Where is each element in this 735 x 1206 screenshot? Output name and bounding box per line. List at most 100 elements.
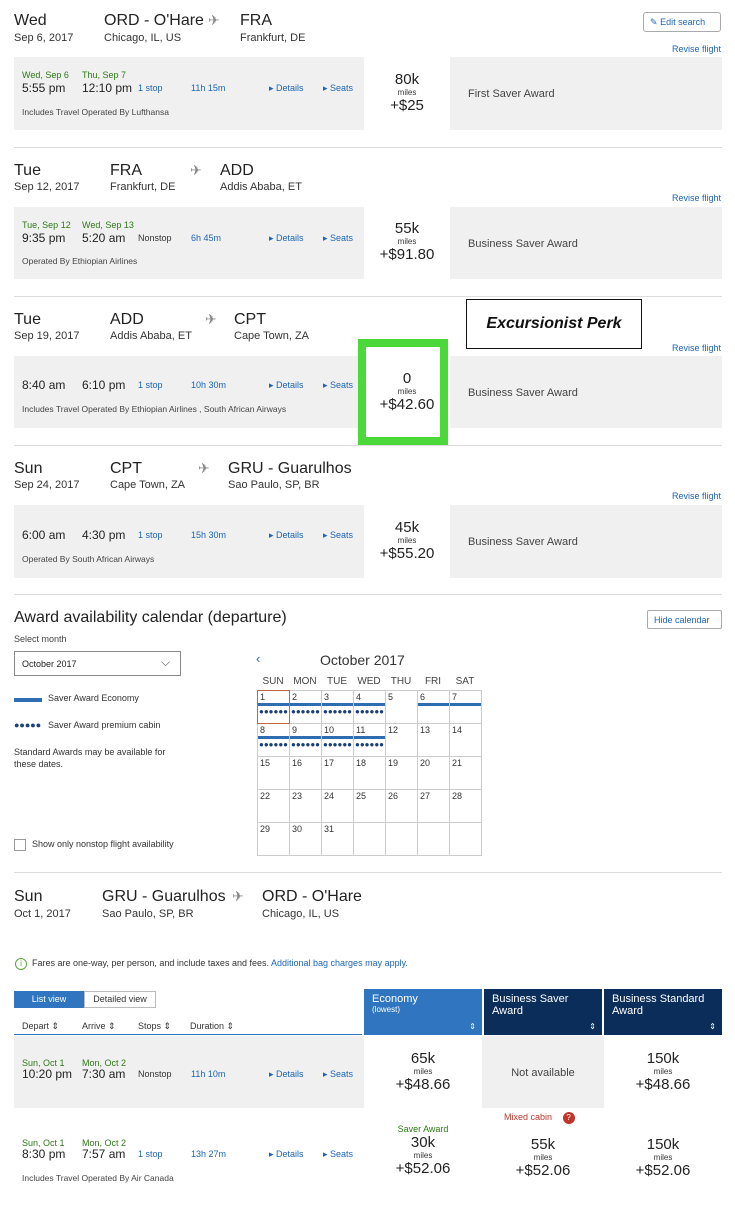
stops-link[interactable]: 1 stop — [138, 1149, 163, 1159]
calendar-day[interactable]: 28 — [449, 789, 482, 823]
calendar-day[interactable]: 30 — [289, 822, 322, 856]
chevron-left-icon[interactable]: ‹ — [256, 651, 260, 666]
details-link[interactable]: ▸ Details — [269, 233, 304, 244]
weekday-header: SUN MON TUE WED THU FRI SAT — [257, 676, 482, 687]
segment-date: Sep 12, 2017 — [14, 181, 80, 193]
flight-row[interactable]: Sun, Oct 1 10:20 pm Mon, Oct 2 7:30 am N… — [14, 1036, 722, 1108]
calendar-day[interactable]: 19 — [385, 756, 418, 790]
details-link[interactable]: ▸ Details — [269, 530, 304, 541]
calendar-day[interactable]: 13 — [417, 723, 450, 757]
miles-value: 55k — [530, 1136, 556, 1153]
destination-city: Chicago, IL, US — [262, 908, 340, 920]
calendar-day[interactable]: 15 — [257, 756, 290, 790]
edit-search-button[interactable]: ✎ Edit search — [643, 12, 721, 32]
calendar-day[interactable]: 24 — [321, 789, 354, 823]
business-saver-price-cell[interactable]: 55k miles +$52.06 — [484, 1136, 602, 1190]
segment-date: Oct 1, 2017 — [14, 908, 71, 920]
seats-link[interactable]: ▸ Seats — [323, 1149, 353, 1160]
arrival-time: 6:10 pm — [82, 378, 126, 392]
calendar-day[interactable]: 7 — [449, 690, 482, 724]
origin-city: Cape Town, ZA — [110, 479, 186, 491]
calendar-day[interactable]: 23 — [289, 789, 322, 823]
calendar-day[interactable]: 4 ●●●●●● — [353, 690, 386, 724]
calendar-day[interactable]: 2 ●●●●●● — [289, 690, 322, 724]
flight-row[interactable]: Sun, Oct 1 8:30 pm Mon, Oct 2 7:57 am 1 … — [14, 1110, 722, 1190]
sort-icon: ⇕ — [108, 1021, 116, 1031]
seats-link[interactable]: ▸ Seats — [323, 530, 353, 541]
seats-link[interactable]: ▸ Seats — [323, 1069, 353, 1080]
stops-link[interactable]: 1 stop — [138, 380, 163, 390]
miles-value: 45k — [394, 519, 420, 536]
stops-link[interactable]: 1 stop — [138, 530, 163, 540]
calendar-day[interactable]: 14 — [449, 723, 482, 757]
calendar-day[interactable]: 8 ●●●●●● — [257, 723, 290, 757]
question-icon[interactable]: ? — [562, 1112, 575, 1124]
stops-link[interactable]: 1 stop — [138, 83, 163, 93]
calendar-day[interactable]: 10 ●●●●●● — [321, 723, 354, 757]
calendar-day[interactable]: 1 ●●●●●● — [257, 690, 290, 724]
details-link[interactable]: ▸ Details — [269, 380, 304, 391]
business-standard-price-cell[interactable]: 150k miles +$52.06 — [604, 1136, 722, 1190]
calendar-day[interactable]: 6 — [417, 690, 450, 724]
calendar-day[interactable]: 9 ●●●●●● — [289, 723, 322, 757]
calendar-day[interactable]: 25 — [353, 789, 386, 823]
list-view-tab[interactable]: List view — [14, 991, 84, 1008]
month-select-value: October 2017 — [22, 659, 77, 669]
calendar-day[interactable]: 12 — [385, 723, 418, 757]
economy-price-cell[interactable]: 65k miles +$48.66 — [364, 1036, 482, 1108]
business-standard-price-cell[interactable]: 150k miles +$48.66 — [604, 1036, 722, 1108]
sort-icon: ⇕ — [709, 1022, 716, 1031]
weekday-label: SUN — [262, 676, 284, 687]
sort-icon: ⇕ — [589, 1022, 596, 1031]
calendar-day[interactable]: 16 — [289, 756, 322, 790]
sort-depart[interactable]: Depart ⇕ — [22, 1021, 59, 1032]
hide-calendar-button[interactable]: Hide calendar — [647, 610, 722, 629]
sort-stops[interactable]: Stops ⇕ — [138, 1021, 171, 1032]
revise-flight-link[interactable]: Revise flight — [672, 44, 721, 54]
seats-link[interactable]: ▸ Seats — [323, 83, 353, 94]
seats-link[interactable]: ▸ Seats — [323, 233, 353, 244]
sort-duration[interactable]: Duration ⇕ — [190, 1021, 234, 1032]
details-link[interactable]: ▸ Details — [269, 83, 304, 94]
details-link[interactable]: ▸ Details — [269, 1069, 304, 1080]
calendar-day[interactable]: 3 ●●●●●● — [321, 690, 354, 724]
calendar-day[interactable]: 31 — [321, 822, 354, 856]
economy-price-cell[interactable]: Saver Award 30k miles +$52.06 — [364, 1124, 482, 1190]
nonstop-checkbox[interactable] — [14, 839, 26, 851]
calendar-day[interactable]: 11 ●●●●●● — [353, 723, 386, 757]
flight-row[interactable]: Wed, Sep 6 5:55 pm Thu, Sep 7 12:10 pm 1… — [14, 57, 722, 130]
column-business-saver[interactable]: Business Saver Award ⇕ — [484, 989, 602, 1035]
calendar-day[interactable]: 5 — [385, 690, 418, 724]
calendar-day[interactable]: 29 — [257, 822, 290, 856]
seats-link[interactable]: ▸ Seats — [323, 380, 353, 391]
miles-label: miles — [653, 1153, 673, 1162]
award-type: First Saver Award — [468, 88, 555, 100]
calendar-day[interactable]: 18 — [353, 756, 386, 790]
details-link[interactable]: ▸ Details — [269, 1149, 304, 1160]
price-cell[interactable]: 55k miles +$91.80 — [362, 207, 452, 279]
flight-row[interactable]: 6:00 am 4:30 pm 1 stop 15h 30m ▸ Details… — [14, 505, 722, 578]
bag-charges-link[interactable]: Additional bag charges may apply. — [271, 958, 408, 968]
calendar-day[interactable]: 20 — [417, 756, 450, 790]
calendar-day[interactable]: 17 — [321, 756, 354, 790]
column-economy[interactable]: Economy (lowest) ⇕ — [364, 989, 482, 1035]
sort-arrive[interactable]: Arrive ⇕ — [82, 1021, 116, 1032]
miles-label: miles — [397, 536, 417, 545]
detailed-view-tab[interactable]: Detailed view — [84, 991, 156, 1008]
calendar-day[interactable]: 22 — [257, 789, 290, 823]
calendar-day[interactable]: 27 — [417, 789, 450, 823]
calendar-day[interactable]: 21 — [449, 756, 482, 790]
flight-row[interactable]: Tue, Sep 12 9:35 pm Wed, Sep 13 5:20 am … — [14, 207, 722, 279]
segment-day: Tue — [14, 311, 41, 328]
price-cell[interactable]: 80k miles +$25 — [362, 57, 452, 130]
calendar-day[interactable]: 26 — [385, 789, 418, 823]
miles-label: miles — [653, 1067, 673, 1076]
month-select[interactable]: October 2017 ⌵ — [14, 651, 181, 676]
revise-flight-link[interactable]: Revise flight — [672, 491, 721, 501]
price-cell[interactable]: 45k miles +$55.20 — [362, 505, 452, 578]
revise-flight-link[interactable]: Revise flight — [672, 193, 721, 203]
column-business-standard[interactable]: Business Standard Award ⇕ — [604, 989, 722, 1035]
miles-label: miles — [533, 1153, 553, 1162]
revise-flight-link[interactable]: Revise flight — [672, 343, 721, 353]
plane-icon: ✈ — [232, 888, 244, 904]
